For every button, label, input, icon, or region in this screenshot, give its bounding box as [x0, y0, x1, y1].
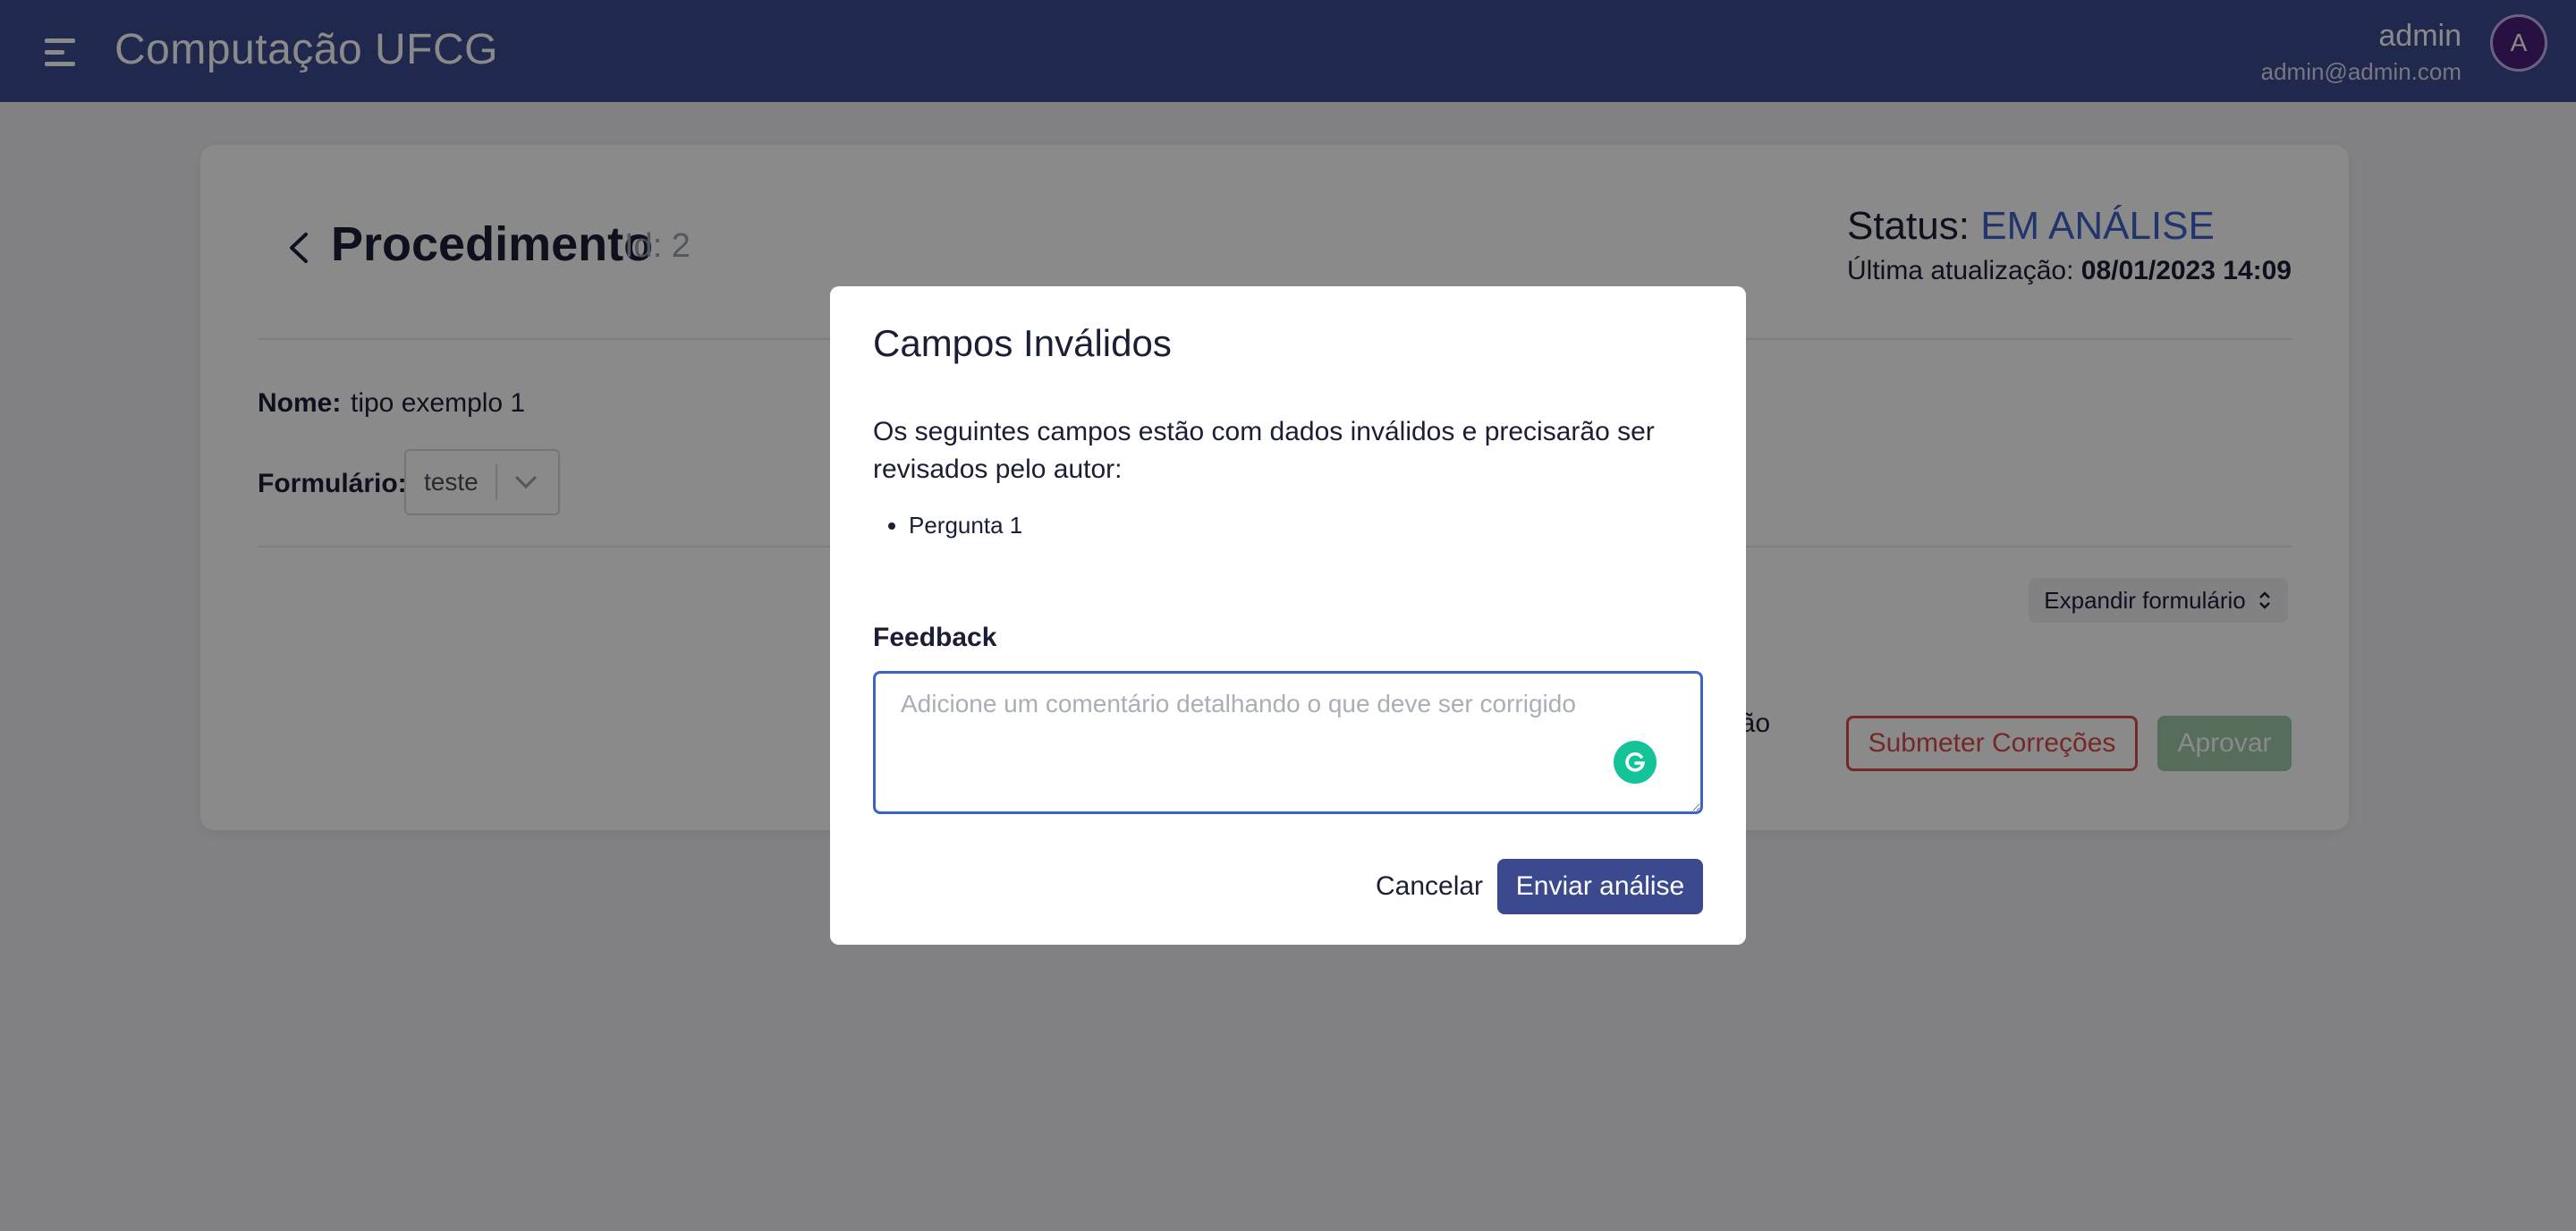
invalid-fields-list: Pergunta 1	[909, 512, 1022, 539]
dialog-title: Campos Inválidos	[873, 322, 1172, 364]
dialog-description: Os seguintes campos estão com dados invá…	[873, 417, 1655, 484]
feedback-label: Feedback	[873, 623, 997, 652]
cancel-button[interactable]: Cancelar	[1349, 859, 1510, 914]
list-item: Pergunta 1	[909, 512, 1022, 539]
feedback-textarea[interactable]	[873, 671, 1703, 814]
grammarly-icon[interactable]	[1614, 741, 1657, 784]
invalid-fields-dialog: Campos Inválidos Os seguintes campos est…	[830, 286, 1746, 945]
send-analysis-button[interactable]: Enviar análise	[1497, 859, 1703, 914]
